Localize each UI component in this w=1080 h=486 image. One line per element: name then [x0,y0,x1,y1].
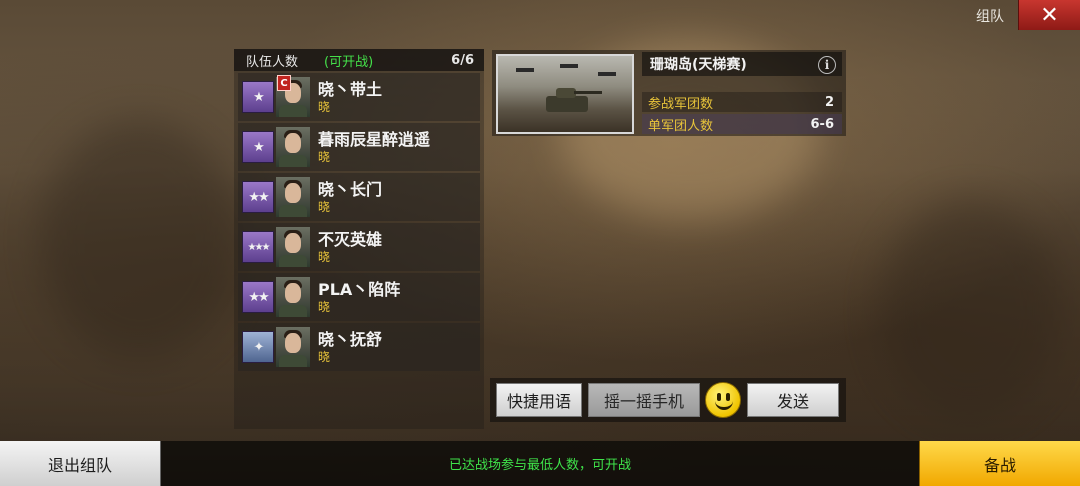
team-count: 6/6 [451,52,474,68]
stat-value: 2 [824,94,834,110]
map-card: 珊瑚岛(天梯赛) i 参战军团数 2 单军团人数 6-6 [492,50,846,136]
member-name: 暮雨辰星醉逍遥 [318,130,431,149]
rank-insignia-icon: ★★★ [242,231,274,263]
stat-value: 6-6 [810,116,835,132]
avatar [276,277,310,317]
rank-insignia-icon: ★ [242,81,274,113]
team-member-row[interactable]: ★ 暮雨辰星醉逍遥 晓 [238,123,480,171]
member-name: 晓丶抚舒 [318,330,383,349]
window-title: 组队 [976,9,1004,25]
ready-button[interactable]: 备战 [919,441,1080,486]
rank-insignia-icon: ★★ [242,181,274,213]
avatar [276,227,310,267]
background-smoke [40,120,240,360]
stat-label: 参战军团数 [648,96,714,112]
map-name-bar: 珊瑚岛(天梯赛) i [642,52,842,76]
close-icon: ✕ [1040,2,1059,28]
avatar [276,127,310,167]
team-ready-status: (可开战) [324,54,374,70]
rank-insignia-icon: ★ [242,131,274,163]
chat-bar: 快捷用语 摇一摇手机 发送 [490,378,846,422]
exit-team-button[interactable]: 退出组队 [0,441,161,486]
bottom-bar: 退出组队 已达战场参与最低人数，可开战 备战 [0,441,1080,486]
status-message: 已达战场参与最低人数，可开战 [448,458,631,473]
quick-phrases-button[interactable]: 快捷用语 [496,383,582,417]
member-guild: 晓 [318,200,331,214]
member-guild: 晓 [318,100,331,114]
stat-label: 单军团人数 [648,118,714,134]
map-thumbnail [496,54,634,134]
map-stat-row: 参战军团数 2 [642,92,842,112]
info-icon[interactable]: i [818,56,836,74]
team-size-label: 队伍人数 [246,54,299,70]
background-smoke [880,200,1060,420]
avatar [276,327,310,367]
close-button[interactable]: ✕ [1018,0,1080,30]
rank-insignia-icon: ✦ [242,331,274,363]
team-member-row[interactable]: ★★ PLA丶陷阵 晓 [238,273,480,321]
emoji-icon[interactable] [705,382,741,418]
member-name: 不灭英雄 [318,230,383,249]
team-member-row[interactable]: ★★★ 不灭英雄 晓 [238,223,480,271]
member-name: 晓丶长门 [318,180,383,199]
map-stat-row: 单军团人数 6-6 [642,114,842,134]
team-member-row[interactable]: ★ C 晓丶带土 晓 [238,73,480,121]
avatar [276,177,310,217]
rank-insignia-icon: ★★ [242,281,274,313]
team-panel: 队伍人数 (可开战) 6/6 ★ C 晓丶带土 晓 ★ 暮雨辰星醉逍遥 晓 ★★… [234,49,484,429]
member-guild: 晓 [318,150,331,164]
send-button[interactable]: 发送 [747,383,839,417]
team-member-row[interactable]: ★★ 晓丶长门 晓 [238,173,480,221]
team-member-row[interactable]: ✦ 晓丶抚舒 晓 [238,323,480,371]
member-guild: 晓 [318,250,331,264]
team-header: 队伍人数 (可开战) 6/6 [234,49,484,71]
member-guild: 晓 [318,350,331,364]
member-guild: 晓 [318,300,331,314]
member-name: PLA丶陷阵 [318,280,401,299]
shake-phone-button[interactable]: 摇一摇手机 [588,383,700,417]
member-name: 晓丶带土 [318,80,383,99]
captain-badge-icon: C [277,75,291,91]
map-name: 珊瑚岛(天梯赛) [650,57,747,73]
